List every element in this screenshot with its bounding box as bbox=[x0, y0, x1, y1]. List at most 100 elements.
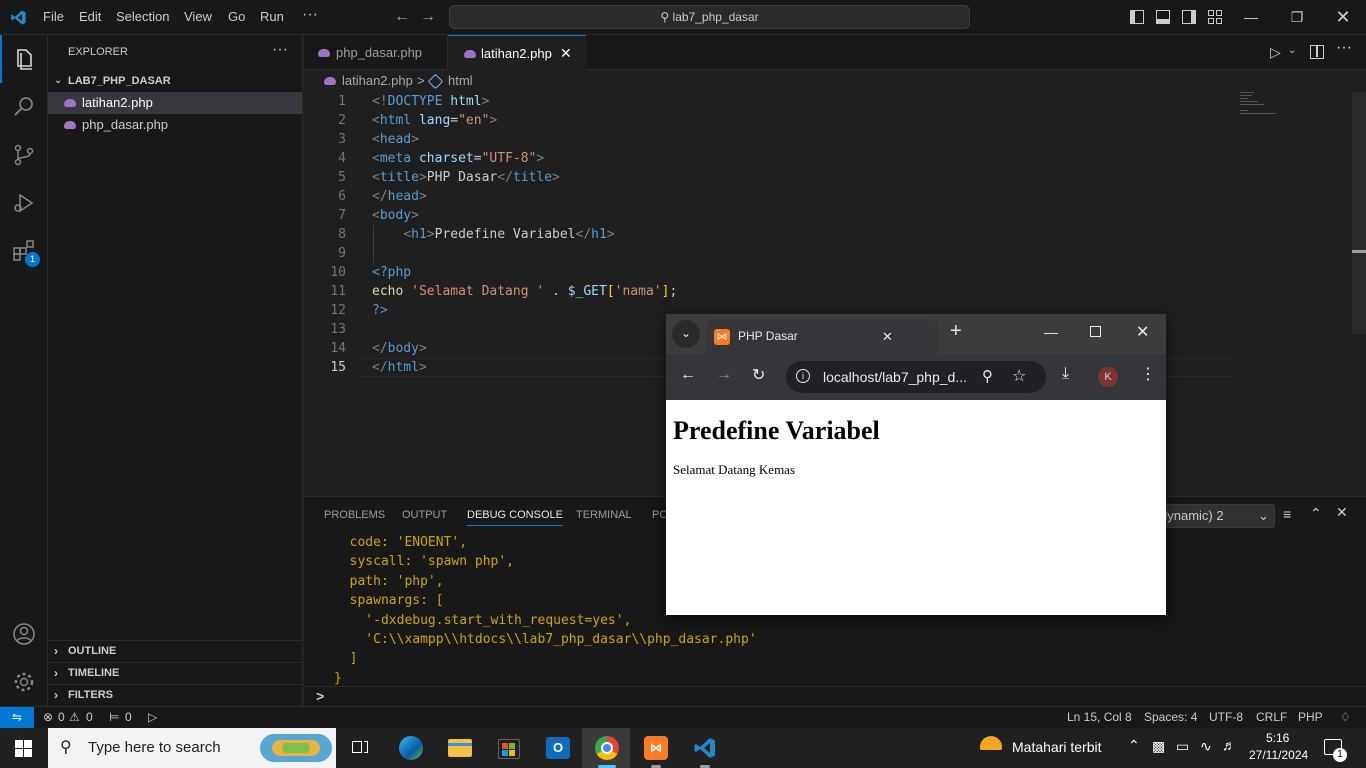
indentation[interactable]: Spaces: 4 bbox=[1144, 707, 1197, 728]
cursor-position[interactable]: Ln 15, Col 8 bbox=[1067, 707, 1132, 728]
new-tab-icon[interactable]: + bbox=[950, 320, 962, 343]
weather-sun-icon[interactable] bbox=[978, 736, 1004, 760]
encoding[interactable]: UTF-8 bbox=[1209, 707, 1243, 728]
close-button[interactable]: ✕ bbox=[1320, 0, 1366, 35]
editor-scrollbar[interactable] bbox=[1352, 92, 1366, 496]
panel-tab-output[interactable]: OUTPUT bbox=[402, 509, 447, 521]
panel-tab-problems[interactable]: PROBLEMS bbox=[324, 509, 385, 521]
chrome-menu-icon[interactable]: ⋮ bbox=[1140, 364, 1156, 384]
tab-php-dasar[interactable]: php_dasar.php bbox=[304, 35, 448, 70]
chrome-close-button[interactable]: ✕ bbox=[1136, 322, 1149, 342]
warning-icon: ⚠ bbox=[69, 710, 80, 724]
menu-selection[interactable]: Selection bbox=[116, 9, 169, 24]
source-control-icon[interactable] bbox=[0, 131, 48, 179]
profile-avatar[interactable]: K bbox=[1098, 367, 1118, 387]
breadcrumb-symbol[interactable]: html bbox=[448, 70, 473, 92]
split-editor-icon[interactable] bbox=[1310, 45, 1324, 59]
run-dropdown-chevron-icon[interactable]: ⌄ bbox=[1288, 45, 1296, 56]
toggle-primary-sidebar-icon[interactable] bbox=[1130, 10, 1144, 24]
explorer-icon[interactable] bbox=[0, 35, 48, 83]
clock-date[interactable]: 27/11/2024 bbox=[1249, 748, 1308, 762]
clear-console-icon[interactable]: ≡ bbox=[1283, 506, 1291, 522]
panel-tab-debug-console[interactable]: DEBUG CONSOLE bbox=[467, 509, 563, 526]
customize-layout-icon[interactable] bbox=[1208, 10, 1222, 24]
weather-text[interactable]: Matahari terbit bbox=[1012, 739, 1101, 755]
search-icon[interactable] bbox=[0, 83, 48, 131]
chrome-address-bar[interactable]: i localhost/lab7_php_d... ⚲ ☆ bbox=[786, 361, 1046, 393]
ports-count[interactable]: 0 bbox=[125, 707, 132, 728]
tab-latihan2[interactable]: latihan2.php ✕ bbox=[448, 35, 586, 70]
command-center-search[interactable]: ⚲ lab7_php_dasar bbox=[449, 5, 970, 29]
download-icon[interactable]: ⤓ bbox=[1062, 365, 1069, 383]
taskbar-search[interactable]: ⚲ Type here to search bbox=[48, 728, 336, 768]
line-ending[interactable]: CRLF bbox=[1256, 707, 1287, 728]
back-arrow-icon[interactable]: ← bbox=[394, 8, 410, 26]
remote-indicator[interactable]: ⇋ bbox=[0, 707, 34, 728]
notifications-bell-icon[interactable]: ♢ bbox=[1340, 707, 1351, 728]
vscode-taskbar-icon[interactable] bbox=[680, 728, 728, 768]
settings-gear-icon[interactable] bbox=[0, 658, 48, 706]
menu-go[interactable]: Go bbox=[228, 9, 245, 24]
bookmark-star-icon[interactable]: ☆ bbox=[1012, 361, 1026, 393]
battery-icon[interactable]: ▭ bbox=[1176, 738, 1189, 755]
debug-session-select[interactable]: dynamic) 2 ⌄ bbox=[1159, 504, 1275, 528]
warning-count[interactable]: 0 bbox=[86, 707, 93, 728]
chrome-tab-php-dasar[interactable]: ⋈ PHP Dasar ✕ bbox=[706, 319, 938, 354]
language-mode[interactable]: PHP bbox=[1298, 707, 1323, 728]
run-file-icon[interactable]: ▷ bbox=[1270, 44, 1281, 61]
toggle-secondary-sidebar-icon[interactable] bbox=[1182, 10, 1196, 24]
debug-icon[interactable]: ▷ bbox=[148, 707, 157, 728]
close-panel-icon[interactable]: ✕ bbox=[1336, 504, 1348, 521]
chrome-forward-icon[interactable]: → bbox=[716, 366, 732, 384]
task-view-icon[interactable] bbox=[336, 728, 384, 768]
chrome-minimize-button[interactable]: — bbox=[1044, 324, 1058, 340]
timeline-section[interactable]: › TIMELINE bbox=[48, 662, 302, 684]
menu-edit[interactable]: Edit bbox=[79, 9, 101, 24]
wifi-icon[interactable]: ∿ bbox=[1200, 738, 1212, 755]
file-row-latihan2[interactable]: latihan2.php bbox=[48, 92, 302, 114]
tab-search-chevron-icon[interactable]: ⌄ bbox=[672, 320, 700, 348]
extensions-icon[interactable]: 1 bbox=[0, 227, 48, 275]
console-input[interactable]: > bbox=[304, 686, 1366, 707]
menu-file[interactable]: File bbox=[43, 9, 64, 24]
maximize-panel-icon[interactable]: ⌃ bbox=[1310, 505, 1322, 522]
menu-view[interactable]: View bbox=[184, 9, 212, 24]
menu-run[interactable]: Run bbox=[260, 9, 284, 24]
toggle-panel-icon[interactable] bbox=[1156, 10, 1170, 24]
xampp-icon[interactable]: ⋈ bbox=[631, 728, 679, 768]
file-explorer-icon[interactable] bbox=[435, 728, 483, 768]
folder-row[interactable]: ⌄ LAB7_PHP_DASAR bbox=[48, 70, 302, 92]
microsoft-store-icon[interactable] bbox=[484, 728, 532, 768]
clock-time[interactable]: 5:16 bbox=[1266, 731, 1289, 745]
forward-arrow-icon[interactable]: → bbox=[420, 8, 436, 26]
menu-more[interactable]: ··· bbox=[302, 6, 318, 24]
minimap[interactable] bbox=[1240, 92, 1352, 122]
edge-browser-icon[interactable] bbox=[386, 728, 434, 768]
file-row-php-dasar[interactable]: php_dasar.php bbox=[48, 114, 302, 136]
zoom-icon[interactable]: ⚲ bbox=[982, 361, 993, 393]
site-info-icon[interactable]: i bbox=[796, 369, 810, 383]
chrome-taskbar-icon[interactable] bbox=[582, 728, 630, 768]
line-number: 2 bbox=[338, 113, 346, 128]
volume-icon[interactable]: ♬ bbox=[1222, 737, 1236, 753]
explorer-more-button[interactable]: ··· bbox=[272, 41, 288, 59]
error-count[interactable]: 0 bbox=[58, 707, 65, 728]
chrome-maximize-button[interactable] bbox=[1090, 326, 1101, 337]
chrome-reload-icon[interactable]: ↻ bbox=[752, 365, 765, 385]
chrome-back-icon[interactable]: ← bbox=[680, 366, 696, 384]
breadcrumb-file[interactable]: latihan2.php bbox=[342, 70, 413, 92]
account-icon[interactable] bbox=[0, 610, 48, 658]
outline-section[interactable]: › OUTLINE bbox=[48, 640, 302, 662]
editor-more-icon[interactable]: ··· bbox=[1336, 39, 1352, 57]
filters-section[interactable]: › FILTERS bbox=[48, 684, 302, 706]
chrome-tab-close-icon[interactable]: ✕ bbox=[882, 319, 893, 354]
minimize-button[interactable]: — bbox=[1228, 0, 1274, 35]
tab-close-icon[interactable]: ✕ bbox=[560, 36, 572, 71]
tray-chevron-up-icon[interactable]: ⌃ bbox=[1128, 737, 1140, 754]
panel-tab-terminal[interactable]: TERMINAL bbox=[576, 509, 632, 521]
outlook-icon[interactable]: O bbox=[533, 728, 581, 768]
windows-start-icon[interactable] bbox=[0, 728, 48, 768]
run-debug-icon[interactable] bbox=[0, 179, 48, 227]
restore-button[interactable]: ❐ bbox=[1274, 0, 1320, 35]
tray-device-icon[interactable]: ▩ bbox=[1152, 738, 1165, 755]
